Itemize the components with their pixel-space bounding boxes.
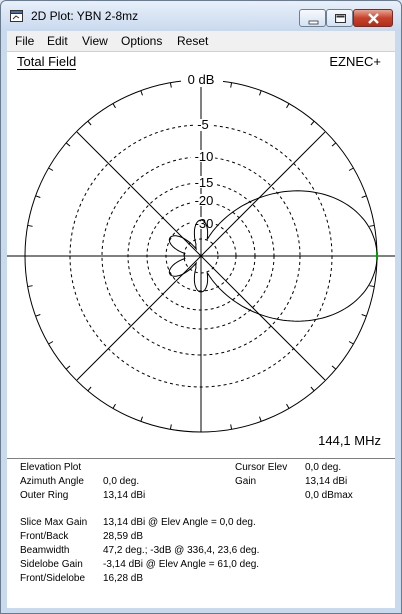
degree-tick [169,424,172,430]
front-back-value: 28,59 dB [103,531,144,542]
info-divider [7,458,395,459]
degree-tick [230,424,233,430]
ring-label-30: -30 [195,216,214,231]
menu-bar: File Edit View Options Reset [7,31,395,51]
maximize-icon [335,14,346,23]
degree-tick [361,195,367,198]
sidelobe-gain-value: -3,14 dBi @ Elev Angle = 61,0 deg. [103,559,260,570]
azimuth-value: 0,0 deg. [103,476,140,487]
degree-tick [87,120,92,126]
degree-tick [369,285,375,288]
slice-max-label: Slice Max Gain [20,517,88,528]
gain-value: 13,14 dBi [305,476,348,487]
gain-dbmax: 0,0 dBmax [305,490,353,501]
cursor-elev-label: Cursor Elev [235,462,288,473]
ring-label-10: -10 [195,149,214,164]
degree-tick [35,314,41,317]
degree-tick [230,82,233,88]
polar-plot[interactable]: 0 dB -5 -10 -15 -20 -30 [7,52,395,457]
front-back-label: Front/Back [20,531,69,542]
degree-tick [331,365,337,370]
window-title: 2D Plot: YBN 2-8mz [31,9,139,23]
degree-tick [140,90,143,96]
outer-ring-label: Outer Ring [20,490,69,501]
plot-type: Elevation Plot [20,462,82,473]
degree-tick [331,142,337,147]
degree-tick [112,403,116,409]
close-button[interactable] [353,9,393,27]
degree-tick [286,403,290,409]
sidelobe-gain-label: Sidelobe Gain [20,559,83,570]
front-sidelobe-value: 16,28 dB [103,573,144,584]
degree-tick [348,341,354,345]
degree-tick [48,167,54,171]
outer-ring-value: 13,14 dBi [103,490,146,501]
plot-window: 2D Plot: YBN 2-8mz File Edit View Option… [0,0,402,614]
degree-tick [48,341,54,345]
slice-max-value: 13,14 dBi @ Elev Angle = 0,0 deg. [103,517,256,528]
degree-tick [27,285,33,288]
degree-tick [259,416,262,422]
beamwidth-label: Beamwidth [20,545,70,556]
minimize-icon [308,20,319,25]
beamwidth-value: 47,2 deg.; -3dB @ 336,4, 23,6 deg. [103,545,260,556]
minimize-button[interactable] [299,9,326,27]
degree-tick [35,195,41,198]
close-icon [368,13,379,24]
degree-tick [310,120,315,126]
degree-tick [65,365,71,370]
ring-label-15: -15 [195,175,214,190]
ring-label-0db: 0 dB [188,72,215,87]
menu-edit[interactable]: Edit [47,34,68,48]
ring-label-20: -20 [195,193,214,208]
maximize-button[interactable] [326,9,353,27]
menu-reset[interactable]: Reset [177,34,208,48]
degree-tick [259,90,262,96]
degree-tick [140,416,143,422]
ring-label-5: -5 [197,117,209,132]
front-sidelobe-label: Front/Sidelobe [20,573,86,584]
app-icon [10,10,23,22]
degree-tick [369,224,375,227]
degree-tick [112,103,116,109]
degree-tick [348,167,354,171]
degree-tick [65,142,71,147]
degree-tick [87,386,92,392]
degree-tick [310,386,315,392]
menu-view[interactable]: View [82,34,108,48]
azimuth-label: Azimuth Angle [20,476,84,487]
degree-tick [286,103,290,109]
frequency-label: 144,1 MHz [318,433,381,448]
title-bar[interactable]: 2D Plot: YBN 2-8mz [1,1,401,31]
menu-file[interactable]: File [15,34,34,48]
menu-options[interactable]: Options [121,34,162,48]
cursor-elev-value: 0,0 deg. [305,462,342,473]
gain-label: Gain [235,476,257,487]
degree-tick [27,224,33,227]
degree-tick [361,314,367,317]
degree-tick [169,82,172,88]
plot-area: Total Field EZNEC+ 0 dB -5 -10 -15 -20 -… [7,51,395,608]
